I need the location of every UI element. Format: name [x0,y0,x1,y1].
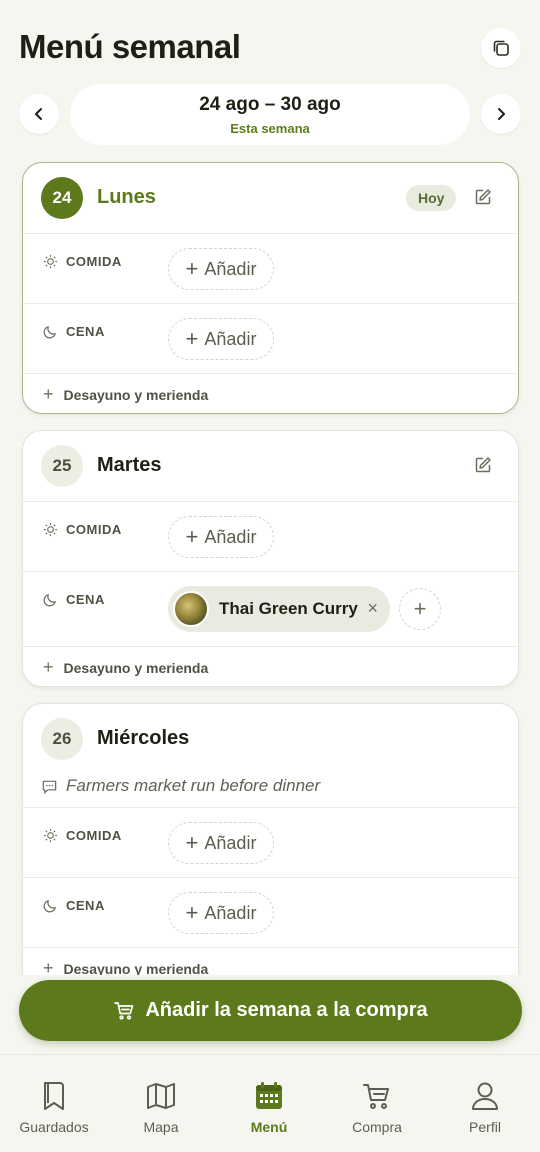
day-number: 25 [41,445,83,487]
plus-icon: + [413,596,427,621]
day-card-martes: 25 Martes COMIDA + Añadir CENA Thai Gree… [22,430,519,687]
today-badge: Hoy [406,185,457,211]
add-meal-button[interactable]: + Añadir [168,516,274,558]
meal-row-cena: CENA Thai Green Curry × + [23,571,518,646]
week-subtitle: Esta semana [230,121,310,136]
nav-item-compra[interactable]: Compra [327,1079,427,1135]
nav-item-guardados[interactable]: Guardados [4,1079,104,1135]
cart-icon [114,1001,134,1020]
day-header: 26 Miércoles [23,704,518,774]
day-card-lunes: 24 Lunes Hoy COMIDA + Añadir CENA + Añad… [22,162,519,414]
meal-row-cena: CENA + Añadir [23,303,518,373]
user-icon [472,1082,498,1110]
cart-icon [363,1084,389,1109]
week-selector: 24 ago – 30 ago Esta semana [0,84,540,146]
chevron-right-icon [498,108,505,120]
plus-icon: + [43,958,54,975]
copy-icon [493,40,509,56]
add-meal-button[interactable]: + Añadir [168,318,274,360]
meal-row-comida: COMIDA + Añadir [23,501,518,571]
day-name: Miércoles [97,727,190,749]
previous-week-button[interactable] [19,94,59,134]
edit-icon [475,189,491,205]
extras-button[interactable]: + Desayuno y merienda [23,947,518,975]
meal-row-comida: COMIDA + Añadir [23,233,518,303]
meal-label: COMIDA [43,254,122,269]
plus-icon: + [185,524,199,549]
day-header: 25 Martes [23,431,518,501]
bookmark-icon [44,1082,64,1110]
meal-label: CENA [43,324,105,339]
chevron-left-icon [35,108,42,120]
plus-icon: + [185,326,199,351]
meal-row-cena: CENA + Añadir [23,877,518,947]
moon-icon [43,325,57,339]
week-pill[interactable]: 24 ago – 30 ago Esta semana [70,84,470,145]
plus-icon: + [185,830,199,855]
day-name: Lunes [97,186,156,208]
moon-icon [43,899,57,913]
day-number: 24 [41,177,83,219]
day-card-miercoles: 26 Miércoles Farmers market run before d… [22,703,519,975]
day-name: Martes [97,454,162,476]
day-header: 24 Lunes Hoy [23,163,518,233]
nav-item-mapa[interactable]: Mapa [111,1079,211,1135]
week-range: 24 ago – 30 ago [199,94,341,115]
add-meal-button[interactable]: + Añadir [168,248,274,290]
map-icon [147,1083,175,1109]
recipe-name: Thai Green Curry [219,599,358,618]
add-another-meal-button[interactable]: + [399,588,441,630]
edit-day-button[interactable] [473,187,495,209]
remove-recipe-icon[interactable]: × [367,598,378,619]
header: Menú semanal [0,0,540,80]
plus-icon: + [43,384,54,404]
bottom-nav: Guardados Mapa Menú Compra Perfil [0,1054,540,1152]
copy-week-button[interactable] [481,28,521,68]
sun-icon [43,522,58,537]
nav-item-perfil[interactable]: Perfil [435,1079,535,1135]
sun-icon [43,828,58,843]
meal-label: COMIDA [43,828,122,843]
meal-label: COMIDA [43,522,122,537]
calendar-icon [256,1082,282,1109]
sun-icon [43,254,58,269]
extras-button[interactable]: + Desayuno y merienda [23,646,518,686]
next-week-button[interactable] [481,94,521,134]
meal-label: CENA [43,592,105,607]
meal-row-comida: COMIDA + Añadir [23,807,518,877]
plus-icon: + [43,657,54,677]
add-week-to-shopping-button[interactable]: Añadir la semana a la compra [19,980,522,1041]
plus-icon: + [185,256,199,281]
day-note: Farmers market run before dinner [41,774,320,798]
day-list[interactable]: 24 Lunes Hoy COMIDA + Añadir CENA + Añad… [0,160,540,975]
moon-icon [43,593,57,607]
add-meal-button[interactable]: + Añadir [168,892,274,934]
plus-icon: + [185,900,199,925]
day-number: 26 [41,718,83,760]
nav-item-menu[interactable]: Menú [219,1079,319,1135]
extras-button[interactable]: + Desayuno y merienda [23,373,518,413]
comment-icon [42,780,57,794]
page-title: Menú semanal [19,28,241,65]
meal-label: CENA [43,898,105,913]
recipe-chip[interactable]: Thai Green Curry × [168,586,390,632]
edit-day-button[interactable] [473,455,495,477]
add-meal-button[interactable]: + Añadir [168,822,274,864]
edit-icon [475,457,491,473]
recipe-thumbnail [173,591,209,627]
